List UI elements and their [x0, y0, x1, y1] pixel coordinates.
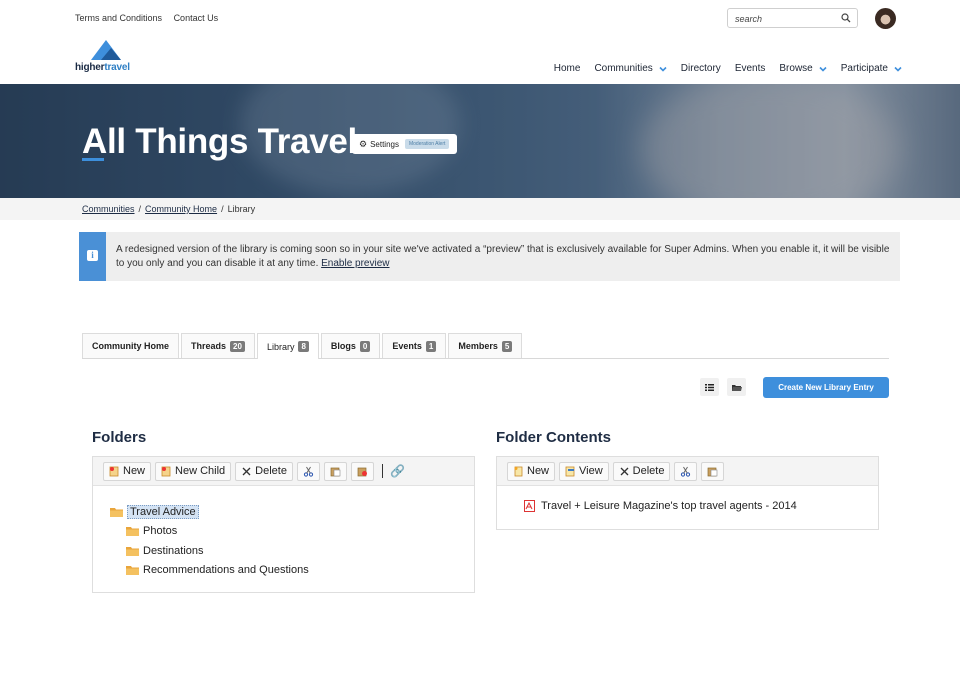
- breadcrumb-current: Library: [227, 204, 256, 214]
- cut-button[interactable]: [674, 461, 698, 481]
- nav-communities[interactable]: Communities: [594, 63, 667, 74]
- nav-home[interactable]: Home: [554, 63, 581, 74]
- terms-link[interactable]: Terms and Conditions: [75, 13, 162, 23]
- tab-events[interactable]: Events 1: [382, 333, 447, 358]
- mountain-logo-icon: [91, 40, 121, 60]
- main-nav: Home Communities Directory Events Browse…: [540, 63, 902, 74]
- folders-panel: New New Child Delete 🔗 Travel Advice Pho…: [92, 456, 475, 593]
- pdf-icon: [524, 500, 535, 512]
- contents-toolbar: New View Delete: [497, 457, 878, 486]
- paste-icon: [708, 467, 718, 476]
- folder-open-icon: [731, 384, 742, 391]
- count-badge: 0: [359, 340, 371, 352]
- logo-wordmark: highertravel: [75, 62, 130, 73]
- chevron-down-icon: [819, 66, 827, 72]
- page-title: All Things Travel: [82, 122, 357, 161]
- nav-participate[interactable]: Participate: [841, 63, 902, 74]
- preview-alert: i A redesigned version of the library is…: [79, 232, 900, 281]
- paste-icon: [330, 467, 341, 476]
- contact-link[interactable]: Contact Us: [174, 13, 219, 23]
- new-folder-button[interactable]: New: [103, 461, 152, 481]
- breadcrumb-community-home[interactable]: Community Home: [145, 204, 217, 214]
- moderation-alert-badge: Moderation Alert: [404, 139, 450, 149]
- breadcrumb-communities[interactable]: Communities: [82, 204, 135, 214]
- view-document-icon: [565, 466, 575, 476]
- scissors-icon: [681, 466, 691, 477]
- tab-members[interactable]: Members 5: [448, 333, 523, 358]
- search-box: [727, 8, 858, 28]
- user-avatar[interactable]: [875, 8, 896, 29]
- tree-node-photos[interactable]: Photos: [93, 522, 474, 542]
- utility-links: Terms and Conditions Contact Us: [75, 13, 227, 23]
- tree-node-travel-advice[interactable]: Travel Advice: [93, 502, 474, 522]
- gear-icon: ⚙: [359, 138, 368, 149]
- delete-folder-button[interactable]: Delete: [235, 461, 293, 481]
- cut-button[interactable]: [296, 461, 320, 481]
- site-logo[interactable]: highertravel: [75, 40, 145, 76]
- enable-preview-link[interactable]: Enable preview: [321, 258, 389, 269]
- alert-text: A redesigned version of the library is c…: [116, 244, 890, 269]
- settings-label: Settings: [370, 139, 399, 149]
- search-input[interactable]: [728, 10, 836, 28]
- new-folder-icon: [109, 466, 119, 476]
- folder-contents-heading: Folder Contents: [496, 429, 611, 446]
- folder-view-button[interactable]: [727, 378, 746, 396]
- tree-node-destinations[interactable]: Destinations: [93, 541, 474, 561]
- paste-button[interactable]: [323, 461, 347, 481]
- contents-list: Travel + Leisure Magazine's top travel a…: [497, 486, 878, 512]
- folder-icon: [126, 566, 139, 576]
- community-tabs: Community Home Threads 20 Library 8 Blogs 0…: [82, 333, 889, 359]
- paste-button[interactable]: [701, 461, 725, 481]
- count-badge: 1: [425, 340, 437, 352]
- folder-icon: [126, 546, 139, 556]
- info-icon: i: [87, 250, 98, 261]
- alert-bar: i: [79, 232, 106, 281]
- tab-library[interactable]: Library 8: [256, 333, 319, 359]
- create-library-entry-button[interactable]: Create New Library Entry: [763, 377, 889, 398]
- utility-bar: Terms and Conditions Contact Us: [0, 0, 960, 36]
- list-icon: [705, 383, 714, 391]
- count-badge: 20: [230, 340, 245, 352]
- view-entry-button[interactable]: View: [559, 461, 609, 481]
- breadcrumb-bar: Communities / Community Home / Library: [0, 198, 960, 220]
- list-view-button[interactable]: [700, 378, 719, 396]
- folders-heading: Folders: [92, 429, 147, 446]
- folder-contents-panel: New View Delete Travel + Leisure Magazin…: [496, 456, 879, 530]
- folder-icon: [126, 527, 139, 537]
- chevron-down-icon: [894, 66, 902, 72]
- new-child-button[interactable]: New Child: [155, 461, 232, 481]
- breadcrumb: Communities / Community Home / Library: [82, 204, 256, 214]
- nav-browse[interactable]: Browse: [779, 63, 827, 74]
- new-document-icon: [514, 466, 523, 476]
- paste-remove-icon: [357, 467, 367, 476]
- folder-icon: [110, 507, 123, 517]
- tree-node-recommendations[interactable]: Recommendations and Questions: [93, 561, 474, 581]
- new-entry-button[interactable]: New: [507, 461, 556, 481]
- folder-tree: Travel Advice Photos Destinations Recomm…: [93, 486, 474, 580]
- link-icon[interactable]: 🔗: [390, 464, 405, 478]
- new-child-icon: [161, 466, 171, 476]
- close-icon: [620, 467, 629, 475]
- tab-community-home[interactable]: Community Home: [82, 333, 180, 358]
- count-badge: 5: [501, 340, 513, 352]
- hero-banner: All Things Travel ⚙ Settings Moderation …: [0, 84, 960, 198]
- delete-entry-button[interactable]: Delete: [612, 461, 671, 481]
- settings-button[interactable]: ⚙ Settings Moderation Alert: [352, 134, 458, 154]
- title-accent: [82, 158, 104, 161]
- nav-directory[interactable]: Directory: [681, 63, 721, 74]
- count-badge: 8: [298, 341, 309, 352]
- search-icon[interactable]: [841, 13, 851, 23]
- tab-blogs[interactable]: Blogs 0: [320, 333, 381, 358]
- toolbar-divider: [381, 464, 383, 478]
- close-icon: [242, 467, 251, 475]
- folders-toolbar: New New Child Delete 🔗: [93, 457, 474, 486]
- list-item[interactable]: Travel + Leisure Magazine's top travel a…: [524, 500, 878, 512]
- scissors-icon: [303, 466, 314, 477]
- nav-events[interactable]: Events: [735, 63, 766, 74]
- chevron-down-icon: [659, 66, 667, 72]
- paste-delete-button[interactable]: [350, 461, 374, 481]
- tab-threads[interactable]: Threads 20: [181, 333, 255, 358]
